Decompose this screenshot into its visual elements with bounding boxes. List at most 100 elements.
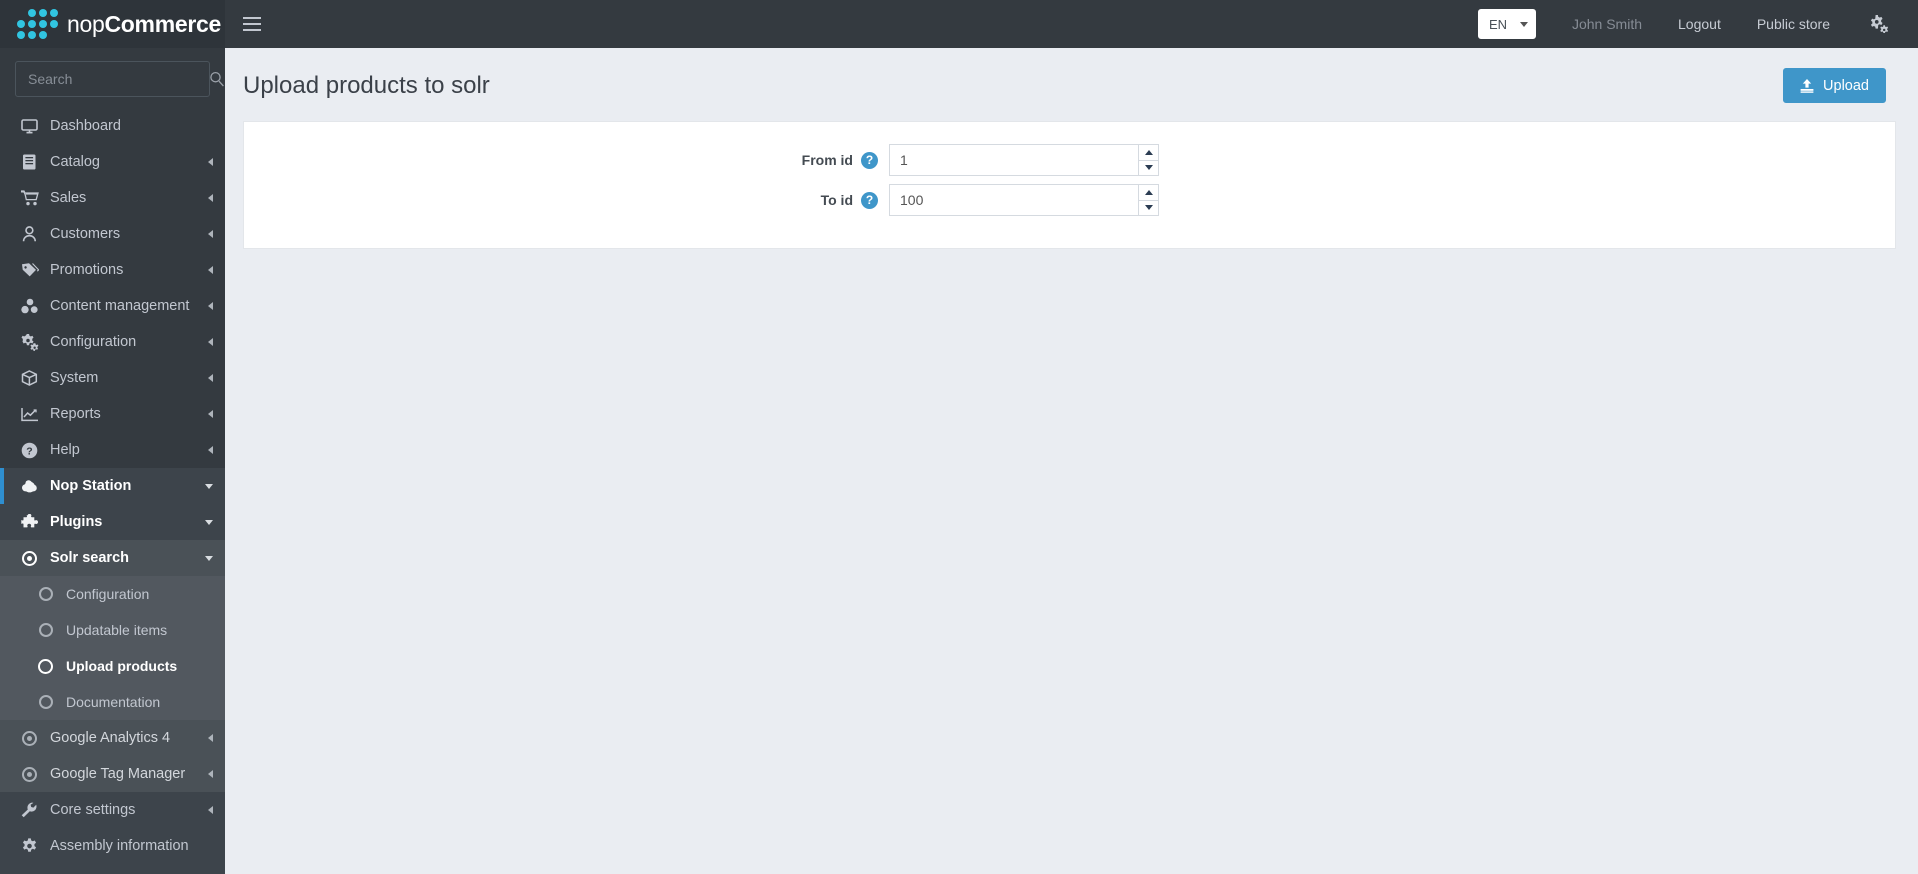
sidebar-item-label: Help xyxy=(50,442,80,458)
hamburger-menu-button[interactable] xyxy=(225,0,279,48)
sidebar-item-configuration[interactable]: Configuration xyxy=(0,324,225,360)
sidebar-item-assembly-information[interactable]: Assembly information xyxy=(0,828,225,864)
sidebar-item-label: Solr search xyxy=(50,550,129,566)
to-id-label-group: To id ? xyxy=(244,191,889,209)
from-id-increment-button[interactable] xyxy=(1138,144,1159,160)
sidebar-item-promotions[interactable]: Promotions xyxy=(0,252,225,288)
sidebar-item-core-settings[interactable]: Core settings xyxy=(0,792,225,828)
circle-icon xyxy=(36,658,55,674)
triangle-up-icon xyxy=(1144,149,1153,155)
settings-gears-icon[interactable] xyxy=(1848,15,1904,33)
from-id-stepper[interactable] xyxy=(889,144,1159,176)
app-shell: Dashboard Catalog Sales Cu xyxy=(0,48,1918,874)
sidebar-item-google-analytics-4[interactable]: Google Analytics 4 xyxy=(0,720,225,756)
chart-line-icon xyxy=(20,407,39,422)
sidebar-item-label: Core settings xyxy=(50,802,136,818)
sidebar-item-solr-search[interactable]: Solr search xyxy=(0,540,225,576)
chevron-left-icon xyxy=(208,410,213,418)
chevron-left-icon xyxy=(208,338,213,346)
sidebar-item-solr-configuration[interactable]: Configuration xyxy=(0,576,225,612)
sidebar-item-updatable-items[interactable]: Updatable items xyxy=(0,612,225,648)
upload-form-card: From id ? To id ? xyxy=(243,121,1896,249)
circle-icon xyxy=(36,587,55,601)
sidebar-item-customers[interactable]: Customers xyxy=(0,216,225,252)
top-navbar: nopCommerce EN John Smith Logout Public … xyxy=(0,0,1918,48)
sidebar-item-label: Content management xyxy=(50,298,190,314)
from-id-spin-buttons xyxy=(1138,144,1159,176)
sidebar-item-label: Google Analytics 4 xyxy=(50,730,171,746)
sidebar-search-wrap xyxy=(0,48,225,108)
sidebar-item-plugins[interactable]: Plugins xyxy=(0,504,225,540)
chevron-down-icon xyxy=(205,555,213,561)
sidebar-item-label: Configuration xyxy=(50,334,137,350)
sidebar-item-label: Reports xyxy=(50,406,101,422)
triangle-down-icon xyxy=(1144,205,1153,211)
dot-circle-icon xyxy=(20,730,39,746)
chevron-down-icon xyxy=(1519,21,1528,27)
main-content: Upload products to solr Upload From id ? xyxy=(225,48,1918,874)
upload-button[interactable]: Upload xyxy=(1783,68,1886,103)
sidebar-item-label: Dashboard xyxy=(50,118,121,134)
sidebar-item-label: Plugins xyxy=(50,514,103,530)
sidebar-item-label: Upload products xyxy=(66,658,178,674)
logout-link[interactable]: Logout xyxy=(1660,0,1739,48)
user-icon xyxy=(20,226,39,242)
sidebar-item-nop-station[interactable]: Nop Station xyxy=(0,468,225,504)
from-id-label-group: From id ? xyxy=(244,151,889,169)
triangle-up-icon xyxy=(1144,189,1153,195)
sidebar-item-label: Promotions xyxy=(50,262,124,278)
svg-text:?: ? xyxy=(26,445,32,457)
sidebar-search-box[interactable] xyxy=(15,61,224,97)
sidebar-item-label: Nop Station xyxy=(50,478,132,494)
gears-icon xyxy=(20,333,39,351)
to-id-stepper[interactable] xyxy=(889,184,1159,216)
language-value: EN xyxy=(1488,16,1508,32)
sidebar-item-upload-products[interactable]: Upload products xyxy=(0,648,225,684)
sidebar-item-sales[interactable]: Sales xyxy=(0,180,225,216)
upload-icon xyxy=(1800,78,1814,93)
sidebar-item-dashboard[interactable]: Dashboard xyxy=(0,108,225,144)
upload-button-label: Upload xyxy=(1823,77,1869,94)
sidebar-item-label: Documentation xyxy=(66,694,161,710)
sidebar-item-reports[interactable]: Reports xyxy=(0,396,225,432)
user-name-link[interactable]: John Smith xyxy=(1554,0,1660,48)
page-title: Upload products to solr xyxy=(243,71,490,99)
sidebar-item-label: Configuration xyxy=(66,586,150,602)
book-icon xyxy=(20,154,39,170)
cloud-icon xyxy=(20,479,39,494)
search-icon xyxy=(209,71,225,87)
monitor-icon xyxy=(20,118,39,134)
dot-circle-icon xyxy=(20,766,39,782)
sidebar-item-system[interactable]: System xyxy=(0,360,225,396)
cubes-icon xyxy=(20,298,39,314)
sidebar-item-help[interactable]: ? Help xyxy=(0,432,225,468)
sidebar-item-content-management[interactable]: Content management xyxy=(0,288,225,324)
box-icon xyxy=(20,370,39,386)
sidebar-item-google-tag-manager[interactable]: Google Tag Manager xyxy=(0,756,225,792)
question-icon[interactable]: ? xyxy=(861,191,878,209)
brand-logo[interactable]: nopCommerce xyxy=(0,0,225,48)
form-row-from-id: From id ? xyxy=(244,144,1895,176)
to-id-decrement-button[interactable] xyxy=(1138,199,1159,216)
to-id-increment-button[interactable] xyxy=(1138,184,1159,200)
to-id-input[interactable] xyxy=(889,184,1138,216)
from-id-input[interactable] xyxy=(889,144,1138,176)
language-selector[interactable]: EN xyxy=(1477,9,1536,39)
sidebar-item-label: Google Tag Manager xyxy=(50,766,186,782)
brand-prefix: nop xyxy=(67,10,105,37)
question-icon[interactable]: ? xyxy=(861,151,878,169)
public-store-link[interactable]: Public store xyxy=(1739,0,1848,48)
chevron-down-icon xyxy=(205,519,213,525)
from-id-decrement-button[interactable] xyxy=(1138,159,1159,176)
triangle-down-icon xyxy=(1144,165,1153,171)
puzzle-piece-icon xyxy=(20,514,39,530)
sidebar-item-label: Updatable items xyxy=(66,622,168,638)
sidebar-item-label: Customers xyxy=(50,226,121,242)
question-circle-icon: ? xyxy=(20,442,39,459)
sidebar-item-catalog[interactable]: Catalog xyxy=(0,144,225,180)
chevron-left-icon xyxy=(208,734,213,742)
sidebar-item-documentation[interactable]: Documentation xyxy=(0,684,225,720)
search-input[interactable] xyxy=(28,71,209,87)
sidebar-item-report-a-bug[interactable]: Report a bug xyxy=(0,864,225,874)
sidebar-item-label: System xyxy=(50,370,99,386)
